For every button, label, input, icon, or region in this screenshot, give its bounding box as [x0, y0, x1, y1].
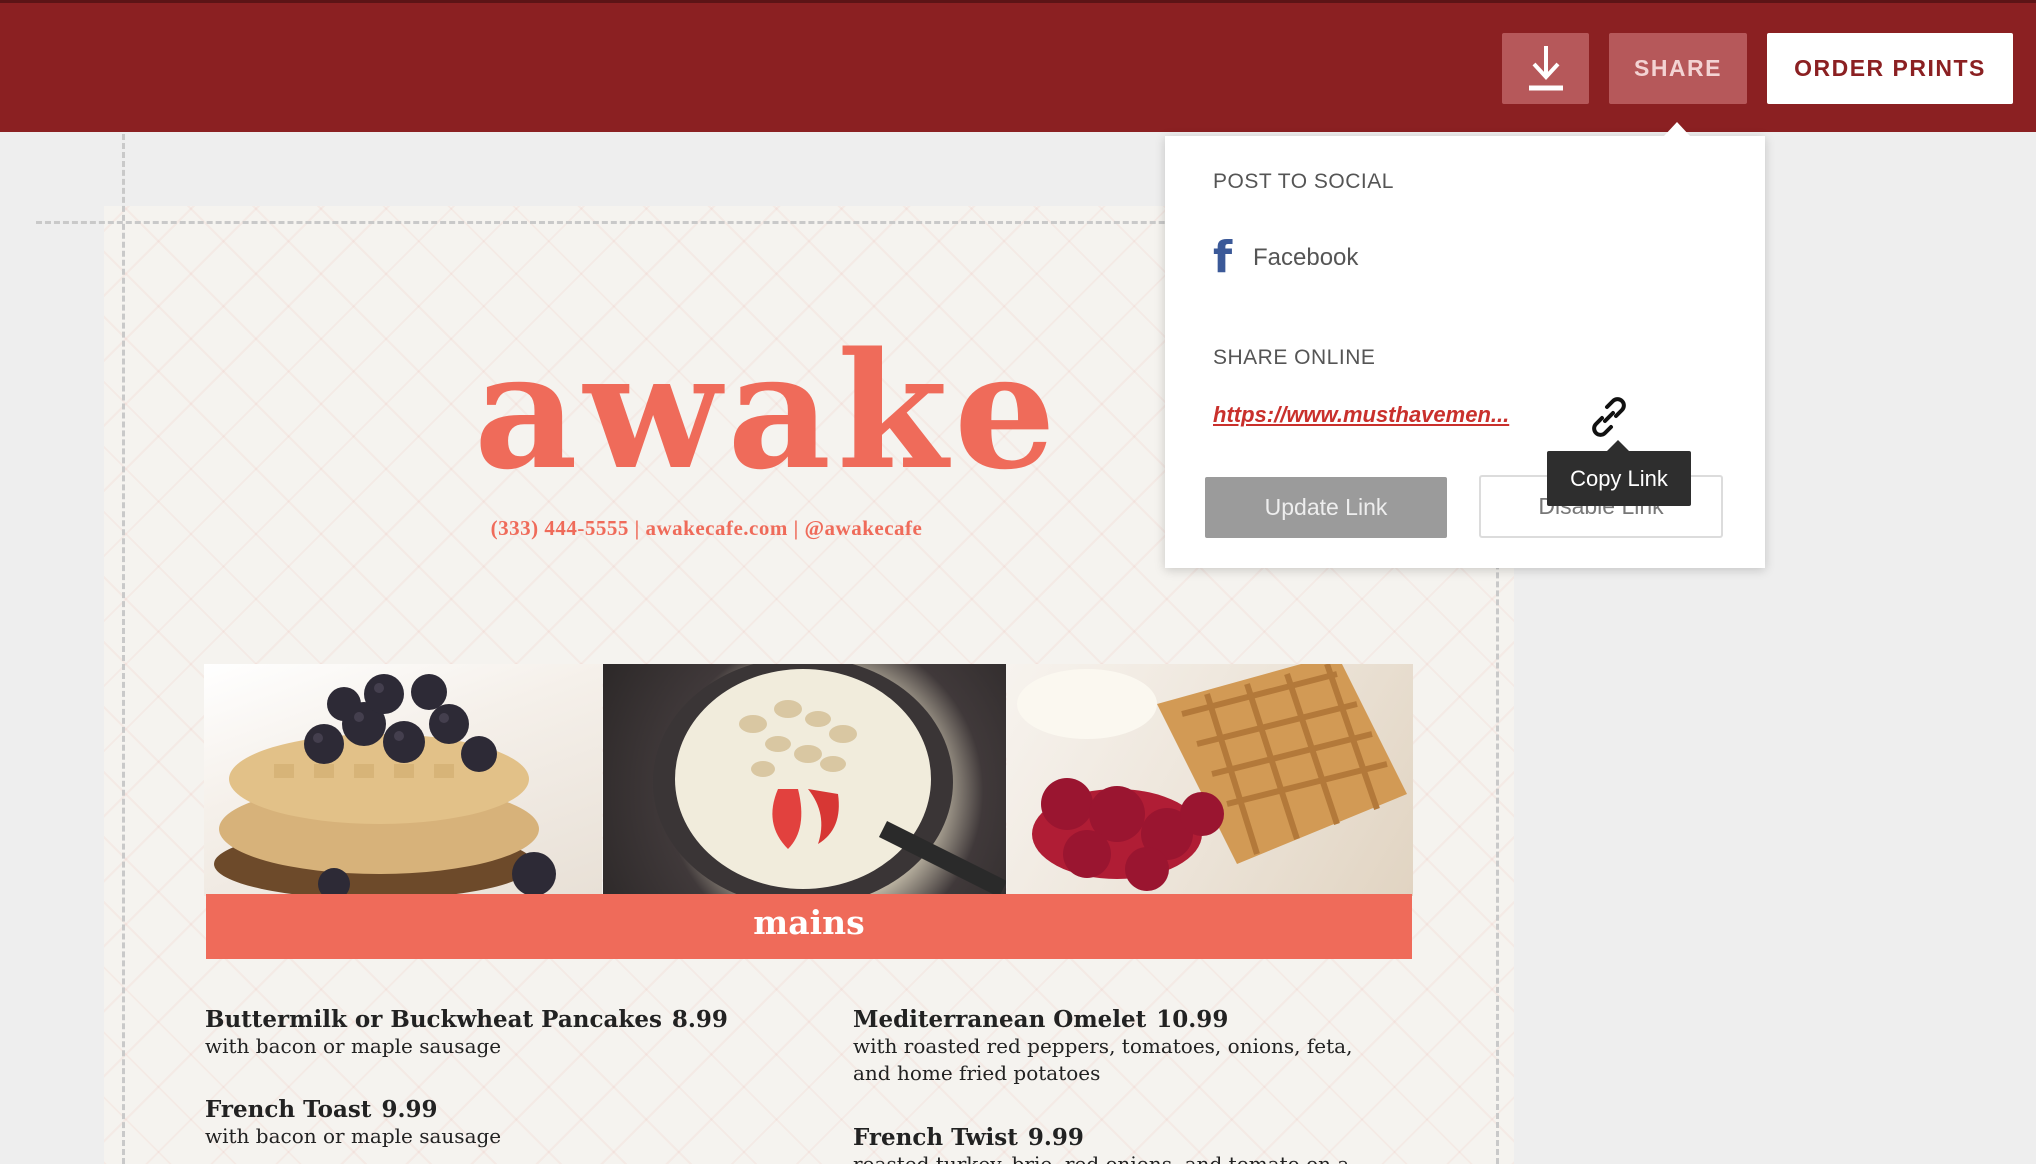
share-popover-caret — [1664, 122, 1690, 136]
menu-title[interactable]: awake — [474, 331, 1056, 491]
menu-item-price: 8.99 — [671, 1006, 728, 1033]
order-prints-button[interactable]: ORDER PRINTS — [1767, 33, 2013, 104]
photo-waffles-blackberries[interactable] — [204, 664, 602, 896]
download-button[interactable] — [1502, 33, 1589, 104]
menu-item-price: 9.99 — [381, 1096, 438, 1123]
menu-item-price: 9.99 — [1027, 1124, 1084, 1151]
share-link-url[interactable]: https://www.musthavemen... — [1213, 402, 1553, 428]
copy-link-tooltip: Copy Link — [1547, 451, 1691, 506]
photo-yogurt-bowl[interactable] — [603, 664, 1006, 896]
share-button[interactable]: SHARE — [1609, 33, 1747, 104]
menu-item-name: Mediterranean Omelet — [853, 1006, 1147, 1033]
menu-item-name: French Twist — [853, 1124, 1018, 1151]
menu-item-description: with bacon or maple sausage — [205, 1124, 502, 1148]
canvas-guide-left — [122, 134, 125, 1164]
top-toolbar: SHARE ORDER PRINTS — [0, 0, 2036, 132]
waffles-blackberries-image — [214, 674, 556, 896]
photo-waffle-raspberries[interactable] — [1007, 664, 1413, 896]
waffle-raspberries-image — [1017, 664, 1407, 891]
menu-item-name: Buttermilk or Buckwheat Pancakes — [205, 1006, 662, 1033]
menu-item[interactable]: French Toast 9.99 with bacon or maple sau… — [205, 1096, 501, 1150]
menu-item-price: 10.99 — [1156, 1006, 1229, 1033]
menu-item[interactable]: Buttermilk or Buckwheat Pancakes 8.99 wit… — [205, 1006, 728, 1060]
copy-link-icon[interactable] — [1588, 396, 1630, 438]
menu-item-name: French Toast — [205, 1096, 372, 1123]
facebook-label: Facebook — [1253, 244, 1359, 271]
menu-item[interactable]: Mediterranean Omelet 10.99 with roasted r… — [853, 1006, 1352, 1087]
menu-contact-line[interactable]: (333) 444-5555 | awakecafe.com | @awakec… — [404, 516, 1009, 541]
menu-item-description: roasted turkey, brie, red onions, and to… — [853, 1152, 1350, 1164]
tooltip-caret — [1607, 440, 1629, 451]
menu-item-description: with bacon or maple sausage — [205, 1034, 502, 1058]
menu-item-description: with roasted red peppers, tomatoes, onio… — [853, 1034, 1353, 1085]
post-to-social-heading: POST TO SOCIAL — [1213, 170, 1394, 193]
facebook-icon: f — [1213, 232, 1233, 283]
yogurt-bowl-image — [653, 664, 1006, 896]
download-icon — [1528, 45, 1563, 90]
share-online-heading: SHARE ONLINE — [1213, 346, 1376, 369]
section-header-mains[interactable]: mains — [206, 894, 1412, 959]
menu-item[interactable]: French Twist 9.99 roasted turkey, brie, r… — [853, 1124, 1349, 1164]
facebook-share-option[interactable]: f Facebook — [1213, 236, 1358, 280]
update-link-button[interactable]: Update Link — [1205, 477, 1447, 538]
